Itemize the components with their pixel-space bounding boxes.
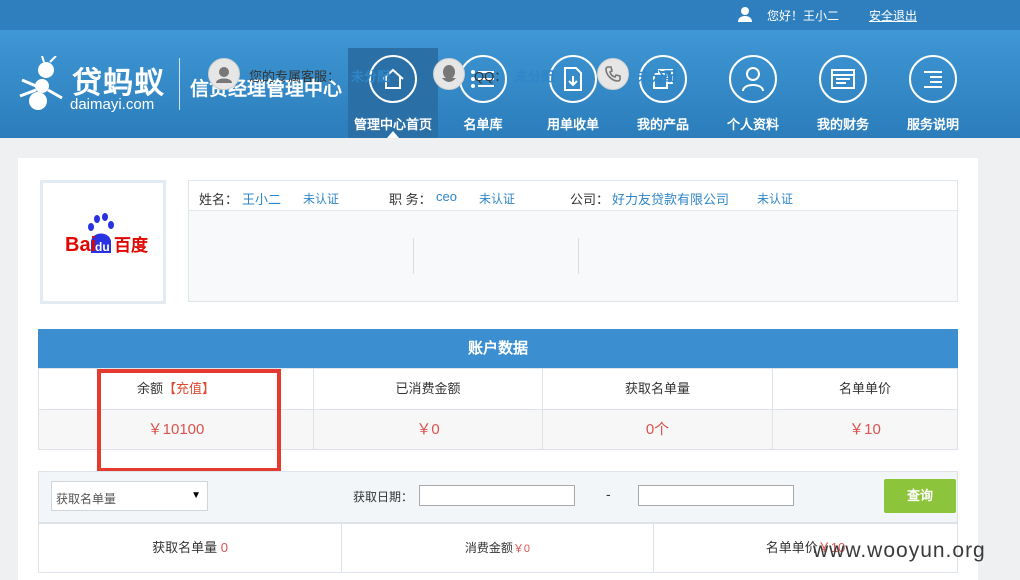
svg-text:百度: 百度 xyxy=(114,235,149,256)
divider xyxy=(578,238,579,274)
qq-label: QQ： xyxy=(474,69,508,84)
phone-contact: 未分配 xyxy=(597,58,697,94)
logout-link[interactable]: 安全退出 xyxy=(869,7,917,24)
nav-profile[interactable]: 个人资料 xyxy=(708,48,798,138)
title-value: ceo xyxy=(436,189,457,204)
support-agent-icon xyxy=(208,58,240,90)
start-date-input[interactable] xyxy=(419,485,575,506)
logo-domain: daimayi.com xyxy=(70,96,155,113)
nav-label: 服务说明 xyxy=(906,117,959,132)
company-status[interactable]: 未认证 xyxy=(757,190,793,207)
summary-price-label: 名单单价 xyxy=(765,540,818,555)
nav-label: 我的财务 xyxy=(816,117,869,132)
profile-info-row: 姓名： 王小二 未认证 职 务： ceo 未认证 公司： 好力友贷款有限公司 未… xyxy=(189,181,957,211)
watermark: www.wooyun.org xyxy=(813,539,986,562)
summary-count-value: 0 xyxy=(220,540,228,555)
ant-logo-icon xyxy=(19,56,63,110)
count-value: 0个 xyxy=(543,410,772,449)
qq-value: 未分配 xyxy=(515,69,555,84)
summary-count-label: 获取名单量 xyxy=(152,540,218,555)
spent-column: 已消费金额 ￥0 xyxy=(314,369,543,449)
svg-text:du: du xyxy=(95,240,110,254)
account-data-header: 账户数据 xyxy=(38,329,958,368)
end-date-input[interactable] xyxy=(638,485,794,506)
top-bar: 您好！王小二 安全退出 xyxy=(0,0,1020,30)
profile-card: 姓名： 王小二 未认证 职 务： ceo 未认证 公司： 好力友贷款有限公司 未… xyxy=(188,180,958,302)
count-header: 获取名单量 xyxy=(543,369,772,410)
greeting-text: 您好！王小二 xyxy=(767,9,840,23)
company-label: 公司： xyxy=(570,192,610,207)
price-column: 名单单价 ￥10 xyxy=(773,369,957,449)
browser-window-icon xyxy=(819,55,867,103)
summary-spent-value: ￥0 xyxy=(512,543,531,555)
nav-label: 用单收单 xyxy=(546,117,599,132)
dropdown-caret-icon: ▼ xyxy=(191,490,201,501)
menu-lines-icon xyxy=(909,55,957,103)
divider xyxy=(413,238,414,274)
nav-label: 个人资料 xyxy=(726,117,779,132)
company-logo-avatar: Bai du 百度 xyxy=(40,180,166,304)
nav-finance[interactable]: 我的财务 xyxy=(798,48,888,138)
summary-spent: 消费金额￥0 xyxy=(342,524,654,572)
qq-penguin-icon xyxy=(433,58,465,90)
user-icon xyxy=(729,55,777,103)
service-contact: 您的专属客服： 未分配 xyxy=(208,58,408,94)
name-value: 王小二 xyxy=(242,192,282,207)
user-icon xyxy=(738,7,752,22)
metric-select[interactable]: 获取名单量 ▼ xyxy=(51,481,208,511)
qq-contact: QQ： 未分配 xyxy=(433,58,573,94)
company-value: 好力友贷款有限公司 xyxy=(612,192,730,207)
spent-header: 已消费金额 xyxy=(314,369,542,410)
name-status[interactable]: 未认证 xyxy=(303,190,339,207)
service-value: 未分配 xyxy=(351,69,391,84)
query-button[interactable]: 查询 xyxy=(884,479,956,513)
summary-count: 获取名单量 0 xyxy=(39,524,342,572)
spent-value: ￥0 xyxy=(314,410,542,449)
date-range-dash: - xyxy=(606,486,611,502)
date-label: 获取日期： xyxy=(353,490,414,504)
price-value: ￥10 xyxy=(773,410,957,449)
header-divider xyxy=(179,58,180,110)
count-column: 获取名单量 0个 xyxy=(543,369,773,449)
nav-label: 我的产品 xyxy=(636,117,689,132)
nav-service-info[interactable]: 服务说明 xyxy=(888,48,978,138)
phone-value: 未分配 xyxy=(638,69,678,84)
baidu-logo-icon: Bai du 百度 xyxy=(65,213,149,256)
title-label: 职 务： xyxy=(389,192,432,207)
price-header: 名单单价 xyxy=(773,369,957,410)
active-caret xyxy=(387,131,399,138)
select-value: 获取名单量 xyxy=(56,492,117,506)
annotation-highlight-box xyxy=(97,369,281,472)
name-label: 姓名： xyxy=(199,192,239,207)
summary-spent-label: 消费金额 xyxy=(464,541,513,555)
service-label: 您的专属客服： xyxy=(249,69,341,84)
phone-icon xyxy=(597,58,629,90)
title-status[interactable]: 未认证 xyxy=(479,190,515,207)
svg-text:Bai: Bai xyxy=(65,234,96,256)
nav-label: 名单库 xyxy=(463,117,503,132)
